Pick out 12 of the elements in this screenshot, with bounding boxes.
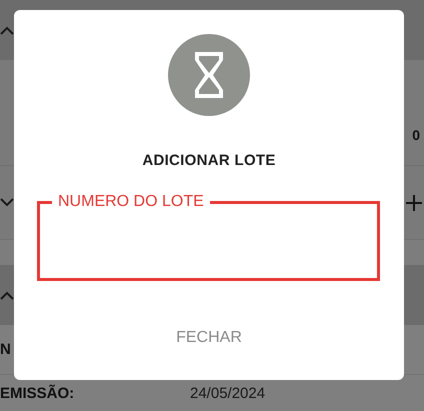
chevron-up-icon[interactable] <box>0 290 14 300</box>
dialog-title: ADICIONAR LOTE <box>142 152 276 169</box>
number-label: N <box>0 341 11 358</box>
count-text: 0 <box>412 127 420 143</box>
emission-label: EMISSÃO: <box>0 384 76 402</box>
plus-icon[interactable] <box>406 194 422 210</box>
lot-number-field[interactable]: NUMERO DO LOTE <box>37 193 380 281</box>
hourglass-icon <box>168 34 250 116</box>
emission-date: 24/05/2024 <box>190 384 266 402</box>
chevron-up-icon[interactable] <box>0 26 14 34</box>
close-button[interactable]: FECHAR <box>164 323 254 353</box>
chevron-down-icon[interactable] <box>0 198 14 207</box>
